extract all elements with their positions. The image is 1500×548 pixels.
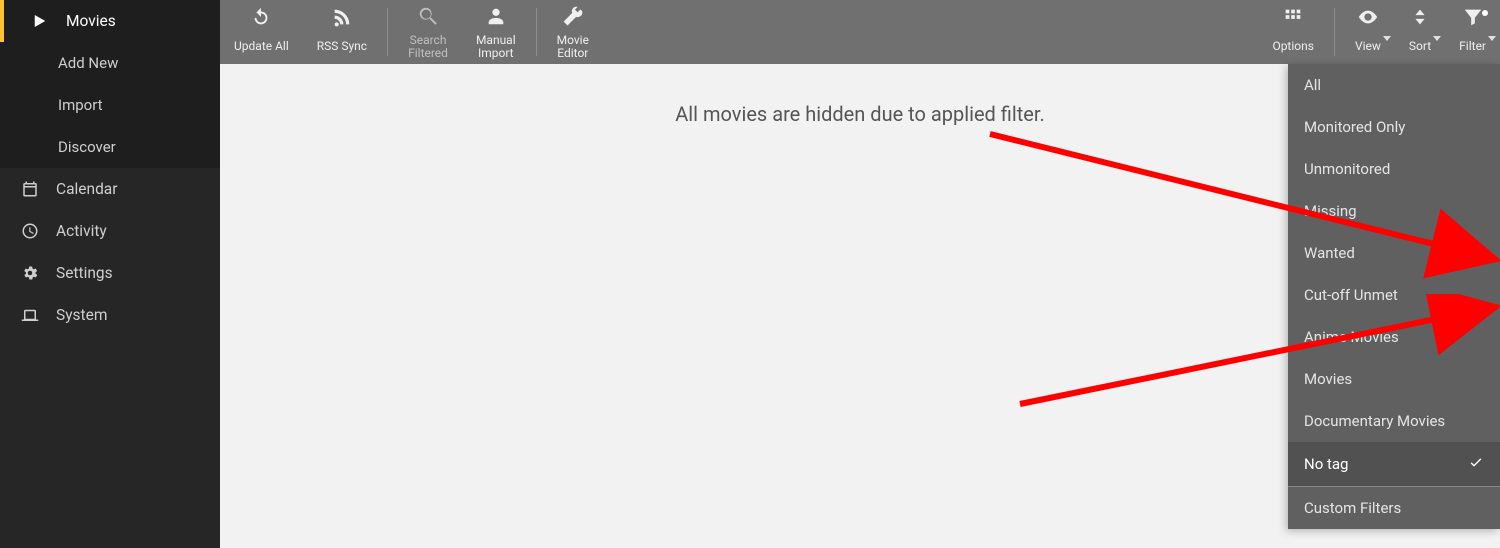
sidebar-item-label: Movies: [66, 12, 116, 30]
laptop-icon: [20, 306, 40, 324]
filter-option-documentary-movies[interactable]: Documentary Movies: [1288, 400, 1500, 442]
eye-icon: [1357, 6, 1379, 32]
filter-option-unmonitored[interactable]: Unmonitored: [1288, 148, 1500, 190]
filter-active-dot-icon: [1482, 10, 1488, 16]
sidebar-subitem-import[interactable]: Import: [0, 84, 220, 126]
toolbar-view[interactable]: View: [1341, 0, 1395, 64]
main-area: Update All RSS Sync Search Filtered: [220, 0, 1500, 548]
rss-icon: [331, 6, 353, 32]
sort-icon: [1409, 6, 1431, 32]
filter-option-monitored-only[interactable]: Monitored Only: [1288, 106, 1500, 148]
sidebar-item-system[interactable]: System: [0, 294, 220, 336]
refresh-icon: [250, 6, 272, 32]
filter-option-anime-movies[interactable]: Anime Movies: [1288, 316, 1500, 358]
filter-option-cut-off-unmet[interactable]: Cut-off Unmet: [1288, 274, 1500, 316]
chevron-down-icon: [1488, 36, 1496, 41]
toolbar-movie-editor[interactable]: Movie Editor: [543, 0, 603, 64]
toolbar-rss-sync[interactable]: RSS Sync: [303, 0, 381, 64]
grid-icon: [1282, 6, 1304, 32]
sidebar-subitems-movies: Add New Import Discover: [0, 42, 220, 168]
sidebar-item-label: Activity: [56, 222, 107, 240]
sidebar-subitem-add-new[interactable]: Add New: [0, 42, 220, 84]
chevron-down-icon: [1433, 36, 1441, 41]
sidebar-item-settings[interactable]: Settings: [0, 252, 220, 294]
clock-icon: [20, 222, 40, 240]
toolbar-options[interactable]: Options: [1258, 0, 1328, 64]
sidebar-item-label: Settings: [56, 264, 113, 282]
filter-option-missing[interactable]: Missing: [1288, 190, 1500, 232]
filter-option-custom-filters[interactable]: Custom Filters: [1288, 487, 1500, 529]
toolbar-divider: [536, 8, 537, 56]
cogs-icon: [20, 264, 40, 282]
sidebar-item-movies[interactable]: Movies: [0, 0, 220, 42]
toolbar-divider: [387, 8, 388, 56]
toolbar-search-filtered[interactable]: Search Filtered: [394, 0, 462, 64]
toolbar-manual-import[interactable]: Manual Import: [462, 0, 530, 64]
content-area: All movies are hidden due to applied fil…: [220, 64, 1500, 548]
toolbar-right: Options View Sort: [1258, 0, 1500, 64]
check-icon: [1468, 454, 1484, 474]
toolbar: Update All RSS Sync Search Filtered: [220, 0, 1500, 64]
toolbar-filter[interactable]: Filter: [1445, 0, 1500, 64]
filter-option-all[interactable]: All: [1288, 64, 1500, 106]
sidebar-item-label: System: [56, 306, 107, 324]
sidebar-item-activity[interactable]: Activity: [0, 210, 220, 252]
filter-dropdown: All Monitored Only Unmonitored Missing W…: [1288, 64, 1500, 529]
filter-icon: [1462, 6, 1484, 32]
sidebar-item-calendar[interactable]: Calendar: [0, 168, 220, 210]
calendar-icon: [20, 180, 40, 198]
filter-option-wanted[interactable]: Wanted: [1288, 232, 1500, 274]
sidebar: Movies Add New Import Discover Calendar …: [0, 0, 220, 548]
toolbar-left: Update All RSS Sync Search Filtered: [220, 0, 603, 64]
wrench-icon: [562, 5, 584, 31]
user-icon: [485, 5, 507, 31]
toolbar-update-all[interactable]: Update All: [220, 0, 303, 64]
toolbar-divider: [1334, 8, 1335, 56]
sidebar-item-label: Calendar: [56, 180, 118, 198]
search-icon: [417, 5, 439, 31]
chevron-down-icon: [1383, 36, 1391, 41]
play-icon: [30, 12, 50, 30]
filter-option-no-tag[interactable]: No tag: [1288, 442, 1500, 486]
filter-option-movies[interactable]: Movies: [1288, 358, 1500, 400]
sidebar-subitem-discover[interactable]: Discover: [0, 126, 220, 168]
toolbar-sort[interactable]: Sort: [1395, 0, 1445, 64]
